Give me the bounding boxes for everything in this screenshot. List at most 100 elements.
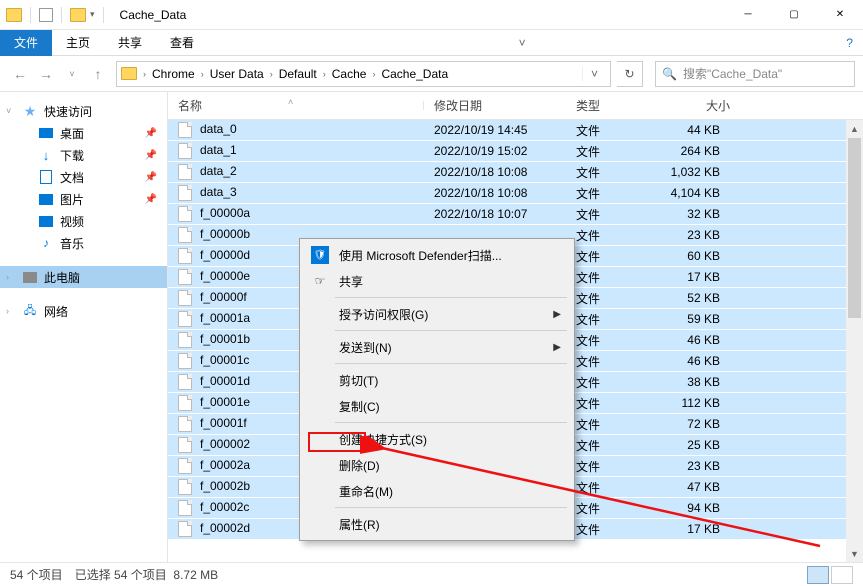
column-date[interactable]: 修改日期 xyxy=(424,97,566,114)
chevron-down-icon[interactable]: ▾ xyxy=(90,9,95,20)
help-icon[interactable]: ? xyxy=(836,36,863,50)
forward-button[interactable]: → xyxy=(34,62,58,86)
file-size: 4,104 KB xyxy=(644,186,750,200)
sidebar-item-label: 视频 xyxy=(60,213,84,230)
ctx-delete[interactable]: 删除(D) xyxy=(303,452,571,478)
file-size: 264 KB xyxy=(644,144,750,158)
pin-icon: 📌 xyxy=(145,128,157,139)
tab-share[interactable]: 共享 xyxy=(104,30,156,56)
sidebar-documents[interactable]: 文档 📌 xyxy=(0,166,167,188)
file-name: data_2 xyxy=(200,164,237,178)
ctx-grant-access[interactable]: 授予访问权限(G) ▶ xyxy=(303,301,571,327)
column-size[interactable]: 大小 xyxy=(644,97,750,114)
sidebar-network[interactable]: › 🖧 网络 xyxy=(0,300,167,322)
sidebar-desktop[interactable]: 桌面 📌 xyxy=(0,122,167,144)
sidebar-videos[interactable]: 视频 xyxy=(0,210,167,232)
ctx-cut[interactable]: 剪切(T) xyxy=(303,367,571,393)
file-type: 文件 xyxy=(566,374,644,391)
sidebar-downloads[interactable]: ↓ 下载 📌 xyxy=(0,144,167,166)
sidebar-this-pc[interactable]: › 此电脑 xyxy=(0,266,167,288)
sidebar-music[interactable]: ♪ 音乐 xyxy=(0,232,167,254)
sidebar-item-label: 图片 xyxy=(60,191,84,208)
file-type: 文件 xyxy=(566,353,644,370)
address-bar[interactable]: › Chrome › User Data › Default › Cache ›… xyxy=(116,61,611,87)
file-name: f_00002a xyxy=(200,458,250,472)
view-details-button[interactable] xyxy=(807,566,829,584)
minimize-button[interactable]: ─ xyxy=(725,0,771,30)
tab-view[interactable]: 查看 xyxy=(156,30,208,56)
recent-dropdown[interactable]: ˅ xyxy=(60,62,84,86)
file-size: 112 KB xyxy=(644,396,750,410)
chevron-right-icon[interactable]: › xyxy=(141,69,148,79)
chevron-right-icon[interactable]: › xyxy=(268,69,275,79)
chevron-right-icon[interactable]: › xyxy=(6,272,9,282)
file-icon xyxy=(178,479,192,495)
chevron-right-icon[interactable]: › xyxy=(370,69,377,79)
breadcrumb[interactable]: Chrome xyxy=(148,67,199,81)
close-button[interactable]: ✕ xyxy=(817,0,863,30)
file-size: 32 KB xyxy=(644,207,750,221)
maximize-button[interactable]: ▢ xyxy=(771,0,817,30)
chevron-right-icon[interactable]: › xyxy=(321,69,328,79)
table-row[interactable]: data_02022/10/19 14:45文件44 KB xyxy=(168,120,863,141)
file-name: f_00000b xyxy=(200,227,250,241)
submenu-arrow-icon: ▶ xyxy=(553,309,561,320)
column-name[interactable]: 名称˄ xyxy=(168,97,424,114)
music-icon: ♪ xyxy=(38,236,54,250)
file-icon xyxy=(178,353,192,369)
pin-icon: 📌 xyxy=(145,172,157,183)
file-size: 44 KB xyxy=(644,123,750,137)
ctx-properties[interactable]: 属性(R) xyxy=(303,511,571,537)
document-icon xyxy=(40,170,52,184)
sidebar-pictures[interactable]: 图片 📌 xyxy=(0,188,167,210)
videos-icon xyxy=(39,216,53,227)
sidebar-quick-access[interactable]: ˅ ★ 快速访问 xyxy=(0,100,167,122)
scroll-up-icon[interactable]: ▲ xyxy=(846,120,863,137)
ctx-rename[interactable]: 重命名(M) xyxy=(303,478,571,504)
table-row[interactable]: data_22022/10/18 10:08文件1,032 KB xyxy=(168,162,863,183)
file-type: 文件 xyxy=(566,479,644,496)
up-button[interactable]: ↑ xyxy=(86,62,110,86)
file-type: 文件 xyxy=(566,332,644,349)
ribbon-expand-icon[interactable]: ˅ xyxy=(509,36,536,50)
scroll-thumb[interactable] xyxy=(848,138,861,318)
table-row[interactable]: data_12022/10/19 15:02文件264 KB xyxy=(168,141,863,162)
tab-file[interactable]: 文件 xyxy=(0,30,52,56)
breadcrumb[interactable]: User Data xyxy=(206,67,268,81)
scroll-down-icon[interactable]: ▼ xyxy=(846,545,863,562)
file-icon xyxy=(178,458,192,474)
breadcrumb[interactable]: Default xyxy=(275,67,321,81)
view-large-button[interactable] xyxy=(831,566,853,584)
table-row[interactable]: f_00000a2022/10/18 10:07文件32 KB xyxy=(168,204,863,225)
file-name: f_00000a xyxy=(200,206,250,220)
sidebar-item-label: 网络 xyxy=(44,303,68,320)
ctx-create-shortcut[interactable]: 创建快捷方式(S) xyxy=(303,426,571,452)
ctx-share[interactable]: ☞ 共享 xyxy=(303,268,571,294)
column-type[interactable]: 类型 xyxy=(566,97,644,114)
sidebar-item-label: 音乐 xyxy=(60,235,84,252)
file-size: 46 KB xyxy=(644,333,750,347)
table-row[interactable]: data_32022/10/18 10:08文件4,104 KB xyxy=(168,183,863,204)
file-type: 文件 xyxy=(566,227,644,244)
back-button[interactable]: ← xyxy=(8,62,32,86)
chevron-down-icon[interactable]: ˅ xyxy=(6,106,11,116)
qat-icon[interactable] xyxy=(39,8,53,22)
chevron-right-icon[interactable]: › xyxy=(199,69,206,79)
file-date: 2022/10/18 10:08 xyxy=(424,165,566,179)
tab-home[interactable]: 主页 xyxy=(52,30,104,56)
search-placeholder: 搜索"Cache_Data" xyxy=(683,65,782,82)
refresh-button[interactable]: ↻ xyxy=(617,61,643,87)
file-name: f_00001d xyxy=(200,374,250,388)
ctx-defender-scan[interactable]: 🛡 使用 Microsoft Defender扫描... xyxy=(303,242,571,268)
search-input[interactable]: 🔍 搜索"Cache_Data" xyxy=(655,61,855,87)
file-size: 60 KB xyxy=(644,249,750,263)
file-size: 72 KB xyxy=(644,417,750,431)
address-dropdown[interactable]: ˅ xyxy=(582,67,606,81)
folder-icon xyxy=(121,67,137,80)
breadcrumb[interactable]: Cache xyxy=(328,67,371,81)
chevron-right-icon[interactable]: › xyxy=(6,306,9,316)
ctx-send-to[interactable]: 发送到(N) ▶ xyxy=(303,334,571,360)
ctx-copy[interactable]: 复制(C) xyxy=(303,393,571,419)
breadcrumb[interactable]: Cache_Data xyxy=(377,67,452,81)
vertical-scrollbar[interactable]: ▲ ▼ xyxy=(846,120,863,562)
